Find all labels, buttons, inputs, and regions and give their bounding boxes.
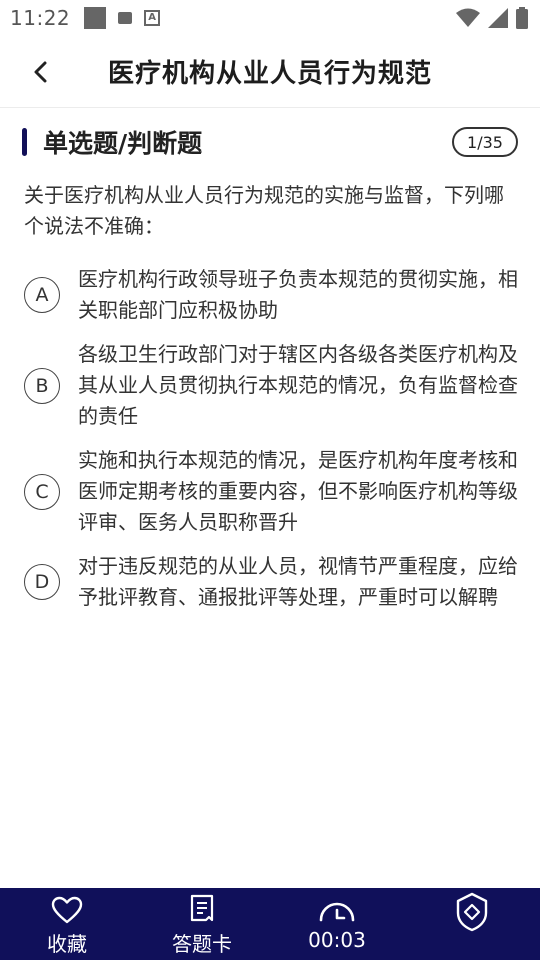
option-d[interactable]: D 对于违反规范的从业人员，视情节严重程度，应给予批评教育、通报批评等处理，严重…: [24, 551, 518, 613]
system-icons: [456, 7, 528, 29]
option-letter-circle: C: [24, 473, 60, 510]
question-type-title: 单选题/判断题: [43, 129, 203, 158]
heart-icon: [51, 888, 83, 924]
option-text: 实施和执行本规范的情况，是医疗机构年度考核和医师定期考核的重要内容，但不影响医疗…: [78, 448, 518, 534]
signal-icon: [488, 8, 508, 28]
question-progress-badge: 1/35: [452, 127, 518, 157]
favorite-button[interactable]: 收藏: [27, 888, 107, 960]
option-c[interactable]: C 实施和执行本规范的情况，是医疗机构年度考核和医师定期考核的重要内容，但不影响…: [24, 445, 518, 538]
notification-icons: A: [84, 7, 161, 29]
submit-button[interactable]: [445, 888, 499, 960]
timer-text: 00:03: [308, 928, 366, 952]
option-letter-circle: D: [24, 564, 60, 600]
answer-card-icon: [189, 888, 215, 924]
notification-app-icon: [118, 12, 133, 24]
status-bar: 11:22 A: [0, 0, 540, 36]
option-a[interactable]: A 医疗机构行政领导班子负责本规范的贯彻实施，相关职能部门应积极协助: [24, 264, 518, 326]
page-title: 医疗机构从业人员行为规范: [107, 59, 432, 89]
timer-display: 00:03: [297, 888, 377, 960]
notification-a-icon: A: [144, 10, 161, 26]
chevron-left-icon: [34, 61, 47, 83]
timer-gauge-icon: [317, 888, 357, 924]
answer-card-button[interactable]: 答题卡: [162, 888, 242, 960]
option-letter-circle: A: [24, 277, 60, 313]
question-text: 关于医疗机构从业人员行为规范的实施与监督，下列哪个说法不准确：: [24, 183, 504, 238]
back-button[interactable]: [22, 54, 58, 90]
notification-image-icon: [84, 7, 107, 29]
option-text: 各级卫生行政部门对于辖区内各级各类医疗机构及其从业人员贯彻执行本规范的情况，负有…: [78, 342, 518, 428]
shield-check-icon: [453, 888, 491, 936]
wifi-icon: [456, 8, 480, 27]
favorite-label: 收藏: [47, 932, 87, 956]
option-text: 医疗机构行政领导班子负责本规范的贯彻实施，相关职能部门应积极协助: [78, 267, 518, 322]
section-heading: 单选题/判断题 1/35: [22, 124, 518, 160]
option-letter-circle: B: [24, 367, 60, 404]
status-time: 11:22: [10, 6, 71, 30]
section-accent-bar: [22, 128, 27, 156]
bottom-nav: 收藏 答题卡 00:03: [0, 888, 540, 960]
app-header: 医疗机构从业人员行为规范: [0, 36, 540, 108]
battery-icon: [516, 7, 528, 29]
option-text: 对于违反规范的从业人员，视情节严重程度，应给予批评教育、通报批评等处理，严重时可…: [78, 554, 518, 609]
answer-card-label: 答题卡: [172, 932, 232, 956]
option-b[interactable]: B 各级卫生行政部门对于辖区内各级各类医疗机构及其从业人员贯彻执行本规范的情况，…: [24, 339, 518, 432]
